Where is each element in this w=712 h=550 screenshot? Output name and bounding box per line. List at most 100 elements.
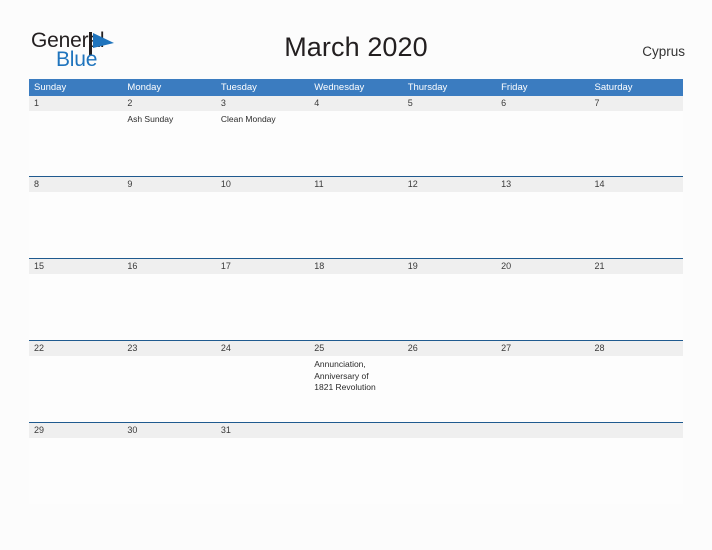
calendar-page: General Blue March 2020 Cyprus Sunday Mo… <box>0 0 712 550</box>
day-cell[interactable] <box>496 356 589 422</box>
day-cell[interactable] <box>403 111 496 176</box>
day-number[interactable]: 19 <box>403 259 496 274</box>
day-number[interactable]: 13 <box>496 177 589 192</box>
day-cell[interactable] <box>496 274 589 340</box>
day-number[interactable]: 20 <box>496 259 589 274</box>
weekday-friday: Friday <box>501 82 528 93</box>
region-label: Cyprus <box>642 44 685 59</box>
week-event-band: Ash Sunday Clean Monday <box>29 111 683 176</box>
day-cell[interactable] <box>122 274 215 340</box>
day-cell[interactable] <box>590 356 683 422</box>
day-cell[interactable]: Clean Monday <box>216 111 309 176</box>
day-cell[interactable] <box>309 192 402 258</box>
day-cell[interactable] <box>216 192 309 258</box>
day-number[interactable]: 18 <box>309 259 402 274</box>
day-cell[interactable] <box>309 274 402 340</box>
day-cell[interactable]: Ash Sunday <box>122 111 215 176</box>
week-row: 15 16 17 18 19 20 21 <box>29 258 683 340</box>
weekday-header-row: Sunday Monday Tuesday Wednesday Thursday… <box>29 79 683 96</box>
week-date-band: 1234567 <box>29 96 683 111</box>
day-number-empty <box>309 423 402 438</box>
day-number[interactable]: 6 <box>496 96 589 111</box>
week-event-band: Annunciation, Anniversary of 1821 Revoluti… <box>29 356 683 422</box>
week-date-band: 22 23 24 25 26 27 28 <box>29 341 683 356</box>
day-cell[interactable] <box>122 356 215 422</box>
day-cell[interactable] <box>309 438 402 504</box>
day-number[interactable]: 29 <box>29 423 122 438</box>
week-date-band: 8 9 10 11 12 13 14 <box>29 177 683 192</box>
day-number[interactable]: 8 <box>29 177 122 192</box>
day-number[interactable]: 2 <box>122 96 215 111</box>
week-row: 29 30 31 <box>29 422 683 504</box>
day-cell[interactable] <box>590 192 683 258</box>
day-number[interactable]: 5 <box>403 96 496 111</box>
day-number[interactable]: 1 <box>29 96 122 111</box>
week-date-band: 15 16 17 18 19 20 21 <box>29 259 683 274</box>
day-cell[interactable] <box>122 192 215 258</box>
weekday-tuesday: Tuesday <box>220 82 257 93</box>
day-number[interactable]: 31 <box>216 423 309 438</box>
day-cell[interactable] <box>29 111 122 176</box>
holiday-label: Ash Sunday <box>127 114 174 124</box>
day-cell[interactable] <box>309 111 402 176</box>
day-cell[interactable] <box>403 438 496 504</box>
day-number[interactable]: 3 <box>216 96 309 111</box>
day-cell[interactable] <box>216 356 309 422</box>
day-cell[interactable] <box>122 438 215 504</box>
day-cell[interactable] <box>403 192 496 258</box>
week-row: 22 23 24 25 26 27 28 Annunciation, Anniversary o… <box>29 340 683 422</box>
day-number[interactable]: 11 <box>309 177 402 192</box>
day-number[interactable]: 22 <box>29 341 122 356</box>
day-cell[interactable]: Annunciation, Anniversary of 1821 Revoluti… <box>309 356 402 422</box>
day-cell[interactable] <box>496 192 589 258</box>
day-number[interactable]: 28 <box>590 341 683 356</box>
day-cell[interactable] <box>29 356 122 422</box>
day-number-empty <box>496 423 589 438</box>
day-cell[interactable] <box>29 274 122 340</box>
calendar-grid: Sunday Monday Tuesday Wednesday Thursday… <box>29 79 683 504</box>
weekday-sunday: Sunday <box>34 82 67 93</box>
week-event-band <box>29 438 683 504</box>
day-number[interactable]: 15 <box>29 259 122 274</box>
day-cell[interactable] <box>590 438 683 504</box>
day-number[interactable]: 27 <box>496 341 589 356</box>
day-number[interactable]: 10 <box>216 177 309 192</box>
holiday-label: Anniversary of <box>314 370 369 381</box>
day-number[interactable]: 24 <box>216 341 309 356</box>
page-header: General Blue March 2020 Cyprus <box>0 0 712 78</box>
day-cell[interactable] <box>403 356 496 422</box>
calendar-weeks: 1 2 3 4 5 6 7 Ash Sunday Clean Monday 8 9 10 11 12 13 1… <box>29 96 683 504</box>
page-title: March 2020 <box>284 32 428 62</box>
day-cell[interactable] <box>29 192 122 258</box>
day-number[interactable]: 25 <box>309 341 402 356</box>
week-row: 8 9 10 11 12 13 14 <box>29 176 683 258</box>
day-number-empty <box>403 423 496 438</box>
day-number[interactable]: 7 <box>590 96 683 111</box>
day-cell[interactable] <box>29 438 122 504</box>
day-number[interactable]: 23 <box>122 341 215 356</box>
day-number[interactable]: 9 <box>122 177 215 192</box>
day-number[interactable]: 21 <box>590 259 683 274</box>
day-cell[interactable] <box>590 274 683 340</box>
day-number[interactable]: 4 <box>309 96 402 111</box>
day-cell[interactable] <box>496 438 589 504</box>
day-number[interactable]: 16 <box>122 259 215 274</box>
weekday-wednesday: Wednesday <box>314 82 365 93</box>
holiday-label: 1821 Revolution <box>314 382 376 392</box>
weekday-monday: Monday <box>127 82 162 93</box>
day-number[interactable]: 26 <box>403 341 496 356</box>
day-number[interactable]: 17 <box>216 259 309 274</box>
day-cell[interactable] <box>216 438 309 504</box>
holiday-label: Clean Monday <box>220 114 276 124</box>
day-number[interactable]: 30 <box>122 423 215 438</box>
day-number[interactable]: 12 <box>403 177 496 192</box>
weekday-saturday: Saturday <box>594 82 633 93</box>
day-number[interactable]: 14 <box>590 177 683 192</box>
day-cell[interactable] <box>590 111 683 176</box>
week-row: 1 2 3 4 5 6 7 Ash Sunday Clean Monday <box>29 96 683 176</box>
holiday-label: Annunciation, <box>314 359 366 369</box>
day-cell[interactable] <box>216 274 309 340</box>
week-date-band: 29 30 31 <box>29 423 683 438</box>
day-cell[interactable] <box>496 111 589 176</box>
day-cell[interactable] <box>403 274 496 340</box>
